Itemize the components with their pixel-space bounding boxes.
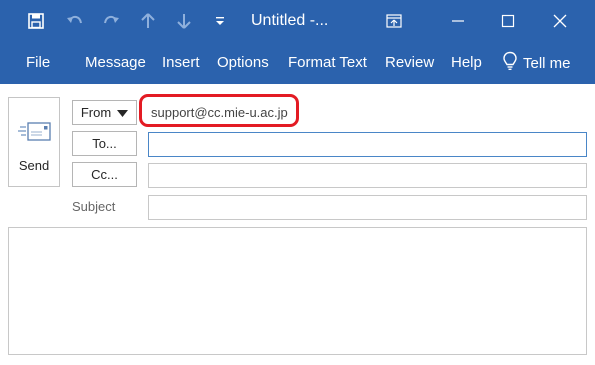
envelope-send-icon [18,121,52,148]
send-label: Send [18,158,50,173]
cc-button[interactable]: Cc... [72,162,137,187]
subject-field[interactable] [148,195,587,220]
save-icon[interactable] [26,11,46,31]
maximize-icon[interactable] [496,9,520,33]
tab-review[interactable]: Review [385,54,434,71]
send-button[interactable]: Send [8,97,60,187]
tell-me-search[interactable]: Tell me [502,51,571,75]
window-title: Untitled -... [251,12,329,29]
to-field[interactable] [148,132,587,157]
message-body[interactable] [8,227,587,355]
tab-help[interactable]: Help [451,54,482,71]
cc-field[interactable] [148,163,587,188]
highlight-annotation [139,94,299,127]
from-button[interactable]: From [72,100,137,125]
ribbon-tabs: File Message Insert Options Format Text … [0,42,595,84]
to-button[interactable]: To... [72,131,137,156]
minimize-icon[interactable] [446,9,470,33]
customize-qat-icon[interactable] [210,11,230,31]
subject-label: Subject [72,199,116,214]
ribbon-display-icon[interactable] [382,9,406,33]
tab-options[interactable]: Options [217,54,269,71]
up-arrow-icon[interactable] [138,11,158,31]
tell-me-label: Tell me [523,54,571,72]
down-arrow-icon[interactable] [174,11,194,31]
lightbulb-icon [502,51,518,75]
chevron-down-icon [117,105,129,120]
tab-insert[interactable]: Insert [162,54,200,71]
close-icon[interactable] [548,9,572,33]
from-label: From [80,105,112,120]
title-bar: Untitled -... [0,0,595,42]
undo-icon[interactable] [65,11,85,31]
tab-format-text[interactable]: Format Text [288,54,367,71]
redo-icon[interactable] [101,11,121,31]
tab-message[interactable]: Message [85,54,146,71]
tab-file[interactable]: File [26,54,50,71]
